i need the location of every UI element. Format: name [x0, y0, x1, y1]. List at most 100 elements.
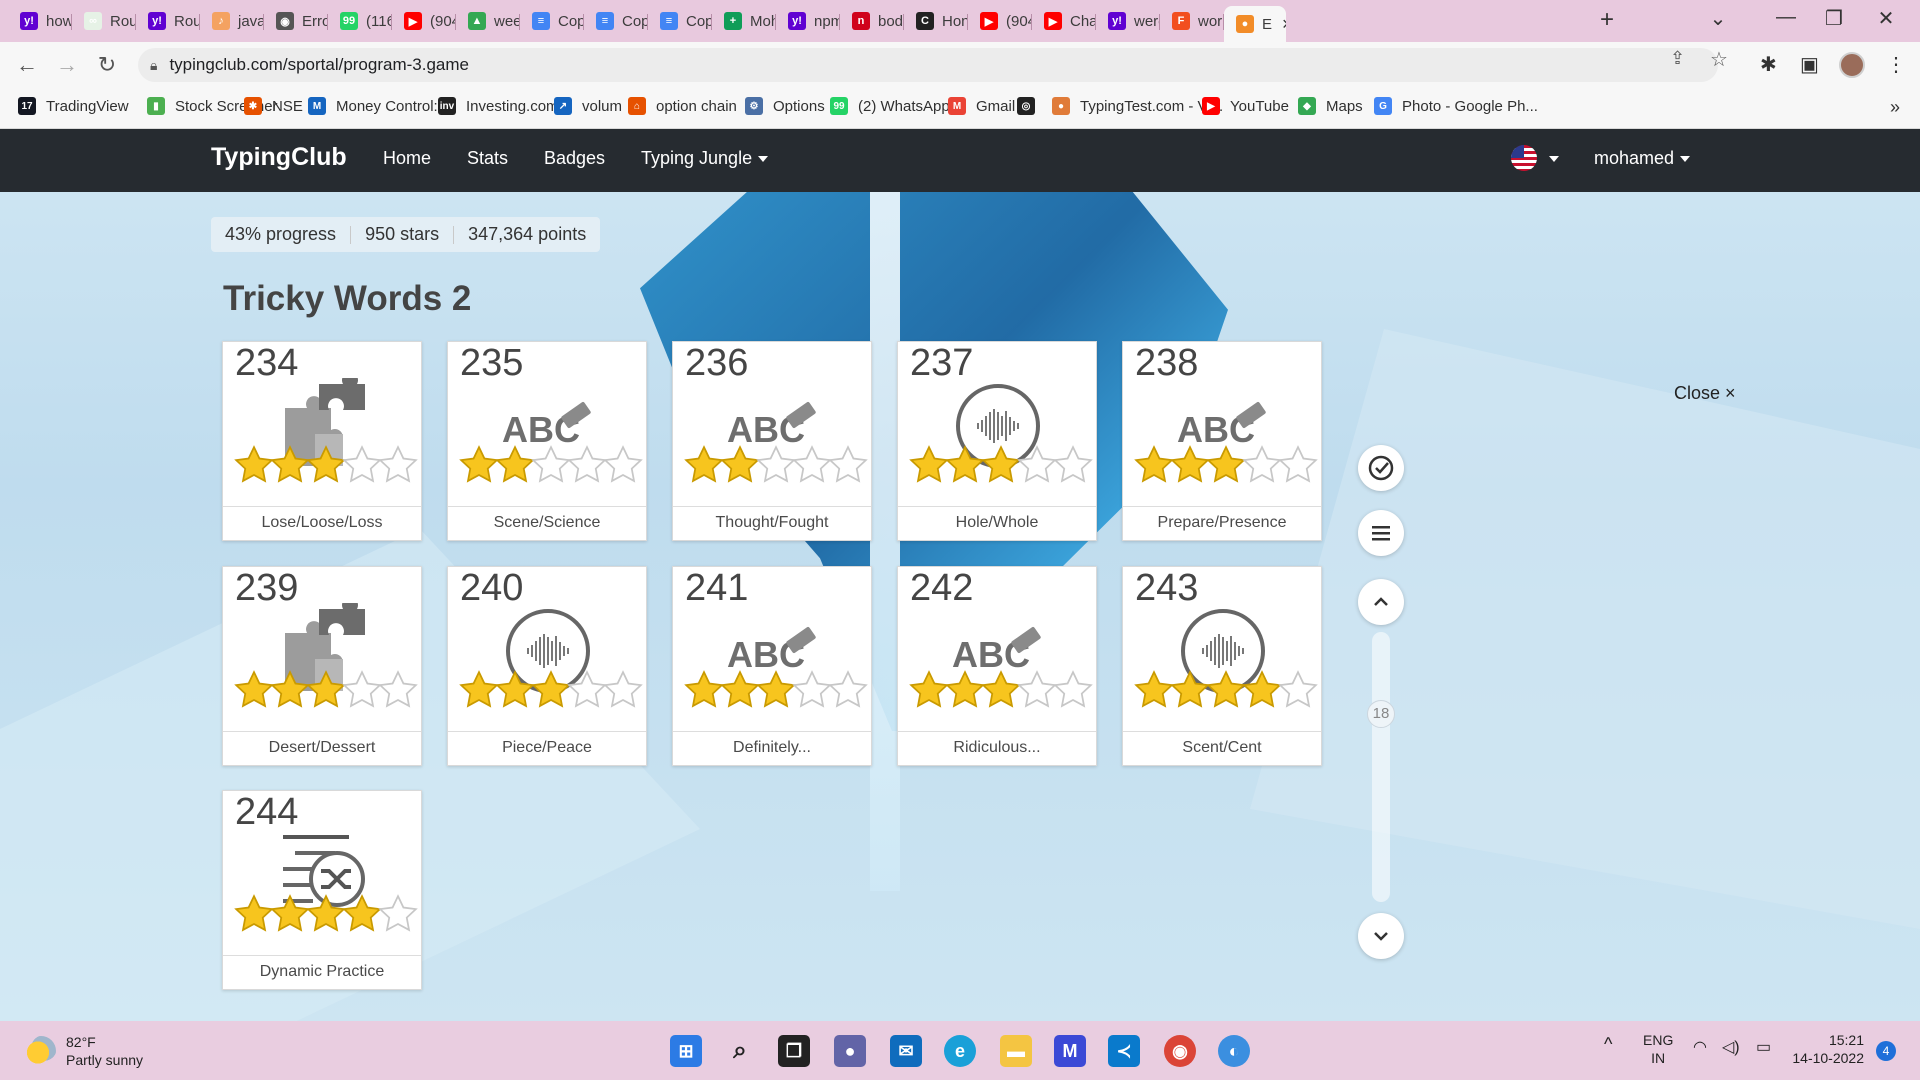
- bookmark-item[interactable]: ✱ NSE: [244, 97, 303, 115]
- lesson-card[interactable]: 242 ABC Ridiculous...: [897, 566, 1097, 766]
- bookmark-star-icon[interactable]: ☆: [1710, 47, 1728, 72]
- new-tab-button[interactable]: +: [1600, 6, 1614, 34]
- close-tab-icon[interactable]: ×: [1282, 14, 1286, 35]
- browser-tab[interactable]: ▶ (904: [968, 6, 1032, 36]
- scroll-track[interactable]: [1372, 632, 1390, 902]
- chevron-up-icon[interactable]: ^: [1604, 1035, 1612, 1053]
- close-window-icon[interactable]: ✕: [1866, 6, 1906, 31]
- lesson-card[interactable]: 236 ABC Thought/Fought: [672, 341, 872, 541]
- bookmark-item[interactable]: ⚙ Options: [745, 97, 825, 115]
- lesson-card[interactable]: 244 Dynamic Practice: [222, 790, 422, 990]
- lesson-card[interactable]: 235 ABC Scene/Science: [447, 341, 647, 541]
- browser-tab[interactable]: ● E ×: [1224, 6, 1286, 42]
- nav-badges[interactable]: Badges: [544, 148, 605, 169]
- browser-tab[interactable]: ♪ java: [200, 6, 264, 36]
- bookmark-item[interactable]: ◎: [1017, 97, 1045, 115]
- browser-tab[interactable]: ◉ Erro: [264, 6, 328, 36]
- scroll-thumb[interactable]: 18: [1367, 700, 1395, 728]
- browser-tab[interactable]: y! npm: [776, 6, 840, 36]
- star-rating: [908, 669, 1093, 711]
- nav-typing-jungle[interactable]: Typing Jungle: [641, 148, 769, 169]
- list-view-button[interactable]: [1358, 510, 1404, 556]
- app-icon[interactable]: M: [1054, 1035, 1086, 1067]
- lock-icon[interactable]: 🔒︎: [150, 57, 157, 74]
- bookmark-item[interactable]: 99 (2) WhatsApp: [830, 97, 950, 115]
- browser-tab[interactable]: ▶ Cha: [1032, 6, 1096, 36]
- omnibox[interactable]: 🔒︎ typingclub.com/sportal/program-3.game: [138, 48, 1718, 82]
- check-circle-button[interactable]: [1358, 445, 1404, 491]
- vscode-icon[interactable]: ≺: [1108, 1035, 1140, 1067]
- extensions-icon[interactable]: ✱: [1760, 52, 1777, 77]
- reload-icon[interactable]: ↻: [92, 52, 122, 78]
- lesson-card[interactable]: 239 Desert/Dessert: [222, 566, 422, 766]
- lesson-card[interactable]: 234 Lose/Loose/Loss: [222, 341, 422, 541]
- back-icon[interactable]: ←: [12, 52, 42, 78]
- tab-search-icon[interactable]: ⌄: [1698, 6, 1738, 31]
- wifi-icon[interactable]: ◠: [1693, 1039, 1707, 1057]
- browser-tab[interactable]: 99 (116: [328, 6, 392, 36]
- lesson-card[interactable]: 241 ABC Definitely...: [672, 566, 872, 766]
- browser-tab[interactable]: C Hon: [904, 6, 968, 36]
- forward-icon[interactable]: →: [52, 52, 82, 78]
- restore-icon[interactable]: ❐: [1814, 6, 1854, 31]
- minimize-icon[interactable]: —: [1766, 6, 1806, 29]
- weather-widget[interactable]: 82°F Partly sunny: [26, 1033, 143, 1069]
- lesson-card[interactable]: 240 Piece/Peace: [447, 566, 647, 766]
- close-button[interactable]: Close ×: [1674, 383, 1736, 404]
- clock[interactable]: 15:21 14-10-2022: [1792, 1031, 1864, 1067]
- us-flag-icon[interactable]: [1511, 145, 1537, 171]
- file-explorer-icon[interactable]: ▬: [1000, 1035, 1032, 1067]
- browser-tab[interactable]: ▲ wee: [456, 6, 520, 36]
- bookmark-item[interactable]: ● TypingTest.com - Vi...: [1052, 97, 1223, 115]
- bookmark-item[interactable]: inv Investing.com: [438, 97, 559, 115]
- more-bookmarks-icon[interactable]: »: [1890, 97, 1900, 118]
- browser-tab[interactable]: ∞ Rout: [72, 6, 136, 36]
- start-icon[interactable]: ⊞: [670, 1035, 702, 1067]
- browser-tab[interactable]: ▶ (904: [392, 6, 456, 36]
- browser-tab[interactable]: Fworl: [1160, 6, 1224, 36]
- notification-badge[interactable]: 4: [1876, 1041, 1896, 1061]
- url-text[interactable]: typingclub.com/sportal/program-3.game: [169, 55, 469, 75]
- bookmark-item[interactable]: 17 TradingView: [18, 97, 129, 115]
- bookmark-item[interactable]: ◆ Maps: [1298, 97, 1363, 115]
- chat-icon[interactable]: ●: [834, 1035, 866, 1067]
- bookmark-item[interactable]: ⌂ option chain: [628, 97, 737, 115]
- bookmark-item[interactable]: M Money Control:: [308, 97, 438, 115]
- user-menu[interactable]: mohamed: [1594, 148, 1691, 169]
- language-indicator[interactable]: ENG IN: [1643, 1031, 1673, 1067]
- browser-icon[interactable]: ◐: [1218, 1035, 1250, 1067]
- battery-icon[interactable]: ▭: [1756, 1039, 1771, 1057]
- task-view-icon[interactable]: ❐: [778, 1035, 810, 1067]
- chrome-icon[interactable]: ◉: [1164, 1035, 1196, 1067]
- star-filled-icon: [980, 669, 1021, 711]
- browser-tab[interactable]: y! Rout: [136, 6, 200, 36]
- menu-icon[interactable]: ⋮: [1886, 52, 1906, 77]
- site-logo[interactable]: TypingClub: [211, 143, 347, 172]
- profile-avatar[interactable]: [1839, 52, 1865, 78]
- browser-tab[interactable]: n bod: [840, 6, 904, 36]
- browser-tab[interactable]: y! were: [1096, 6, 1160, 36]
- bookmark-item[interactable]: ▶ YouTube: [1202, 97, 1289, 115]
- browser-tab[interactable]: + Moh: [712, 6, 776, 36]
- language-dropdown[interactable]: [1543, 148, 1559, 169]
- nav-home[interactable]: Home: [383, 148, 431, 169]
- search-icon[interactable]: ⌕: [724, 1035, 756, 1067]
- volume-icon[interactable]: ◁): [1722, 1039, 1740, 1057]
- bookmark-item[interactable]: ↗ volum: [554, 97, 622, 115]
- bookmark-item[interactable]: M Gmail: [948, 97, 1015, 115]
- scroll-up-button[interactable]: [1358, 579, 1404, 625]
- lesson-card[interactable]: 238 ABC Prepare/Presence: [1122, 341, 1322, 541]
- browser-tab[interactable]: ≡ Cop: [584, 6, 648, 36]
- scroll-down-button[interactable]: [1358, 913, 1404, 959]
- mail-icon[interactable]: ✉: [890, 1035, 922, 1067]
- lesson-card[interactable]: 237 Hole/Whole: [897, 341, 1097, 541]
- side-panel-icon[interactable]: ▣: [1800, 52, 1819, 77]
- nav-stats[interactable]: Stats: [467, 148, 508, 169]
- bookmark-item[interactable]: G Photo - Google Ph...: [1374, 97, 1538, 115]
- browser-tab[interactable]: ≡ Cop: [520, 6, 584, 36]
- edge-icon[interactable]: e: [944, 1035, 976, 1067]
- share-icon[interactable]: ⇪: [1670, 48, 1685, 69]
- lesson-card[interactable]: 243 Scent/Cent: [1122, 566, 1322, 766]
- browser-tab[interactable]: y! how: [8, 6, 72, 36]
- browser-tab[interactable]: ≡ Cop: [648, 6, 712, 36]
